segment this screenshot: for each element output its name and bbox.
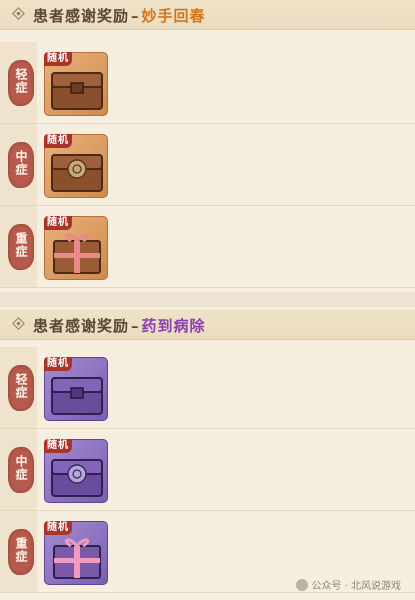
- random-tag: 随机: [44, 521, 72, 535]
- reward-item[interactable]: 随机: [44, 357, 108, 421]
- reward-row-mild: 轻症 随机: [0, 347, 415, 429]
- ornate-purple-chest-icon: [51, 459, 103, 497]
- severity-seal: 轻症: [8, 60, 34, 106]
- random-tag: 随机: [44, 216, 72, 230]
- reward-row-moderate: 中症 随机: [0, 124, 415, 206]
- reward-section-1: 患者感谢奖励 – 妙手回春 轻症 随机 中症 随机 重症 随机: [0, 0, 415, 292]
- purple-gift-box-icon: [53, 538, 101, 579]
- section-title: 患者感谢奖励 – 妙手回春: [33, 7, 206, 25]
- reward-row-moderate: 中症 随机: [0, 429, 415, 511]
- severity-seal: 重症: [8, 224, 34, 270]
- diamond-icon: [12, 317, 25, 330]
- purple-chest-icon: [51, 377, 103, 415]
- watermark: 公众号 · 北风说游戏: [296, 577, 401, 592]
- reward-item[interactable]: 随机: [44, 52, 108, 116]
- severity-seal: 轻症: [8, 365, 34, 411]
- section-header: 患者感谢奖励 – 妙手回春: [0, 0, 415, 30]
- wechat-icon: [296, 579, 309, 591]
- severity-seal: 中症: [8, 447, 34, 493]
- section-title: 患者感谢奖励 – 药到病除: [33, 317, 206, 335]
- diamond-icon: [12, 7, 25, 20]
- section-divider: [0, 292, 415, 307]
- random-tag: 随机: [44, 52, 72, 66]
- severity-seal: 重症: [8, 529, 34, 575]
- section-header: 患者感谢奖励 – 药到病除: [0, 310, 415, 340]
- reward-item[interactable]: 随机: [44, 134, 108, 198]
- wooden-chest-icon: [51, 72, 103, 110]
- reward-item[interactable]: 随机: [44, 439, 108, 503]
- random-tag: 随机: [44, 357, 72, 371]
- ornate-wooden-chest-icon: [51, 154, 103, 192]
- gift-box-icon: [53, 233, 101, 274]
- severity-seal: 中症: [8, 142, 34, 188]
- reward-item[interactable]: 随机: [44, 216, 108, 280]
- reward-section-2: 患者感谢奖励 – 药到病除 轻症 随机 中症 随机 重症 随机 公众号 · 北风…: [0, 307, 415, 600]
- random-tag: 随机: [44, 439, 72, 453]
- reward-item[interactable]: 随机: [44, 521, 108, 585]
- reward-row-severe: 重症 随机: [0, 206, 415, 288]
- random-tag: 随机: [44, 134, 72, 148]
- reward-row-mild: 轻症 随机: [0, 42, 415, 124]
